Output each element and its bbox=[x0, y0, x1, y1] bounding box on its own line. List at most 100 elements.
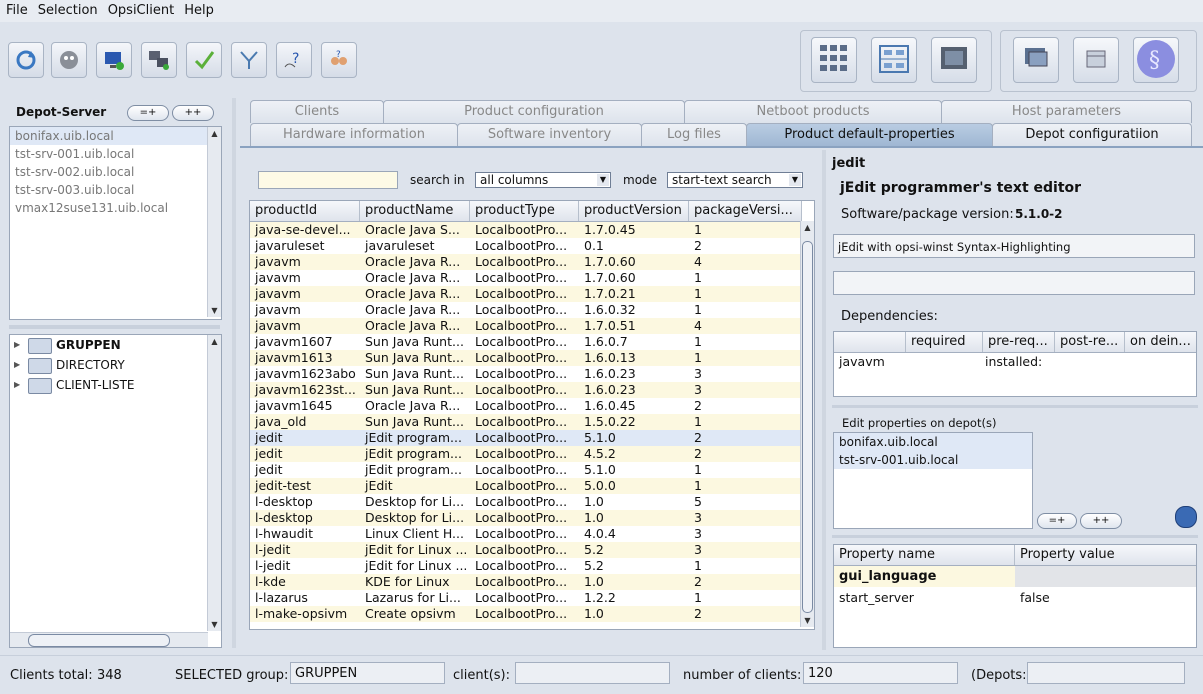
prop-name[interactable]: start_server bbox=[839, 590, 914, 605]
tab-hardware-information[interactable]: Hardware information bbox=[250, 123, 458, 146]
tab-netboot-products[interactable]: Netboot products bbox=[684, 100, 942, 123]
table-row[interactable]: java_old Sun Java Runt... LocalbootPro... 1… bbox=[250, 414, 800, 430]
tab-product-default-properties[interactable]: Product default-properties bbox=[746, 123, 993, 146]
main-splitter[interactable] bbox=[232, 98, 236, 648]
depot-select-all-button[interactable]: ++ bbox=[172, 105, 214, 121]
detail-splitter-h1[interactable] bbox=[832, 405, 1198, 408]
ghost-button[interactable] bbox=[51, 42, 87, 78]
selected-group-field[interactable]: GRUPPEN bbox=[290, 662, 445, 684]
add-client-button[interactable] bbox=[96, 42, 132, 78]
description-field[interactable]: jEdit with opsi-winst Syntax-Highlightin… bbox=[833, 234, 1195, 258]
filter-button[interactable] bbox=[231, 42, 267, 78]
dep-col-name[interactable] bbox=[834, 332, 906, 352]
depot-item[interactable]: vmax12suse131.uib.local bbox=[10, 199, 221, 217]
table-row[interactable]: jedit-test jEdit LocalbootPro... 5.0.0 1 bbox=[250, 478, 800, 494]
table-row[interactable]: javaruleset javaruleset LocalbootPro... 0.1… bbox=[250, 238, 800, 254]
depot-list-scrollbar[interactable]: ▲ ▼ bbox=[207, 127, 221, 317]
tab-depot-configuration[interactable]: Depot configuratiion bbox=[992, 123, 1192, 146]
prop-col-name[interactable]: Property name bbox=[834, 545, 1015, 565]
package-button[interactable] bbox=[1073, 37, 1119, 83]
search-in-select[interactable]: all columns ▼ bbox=[475, 172, 611, 188]
search-input[interactable] bbox=[258, 171, 398, 189]
table-row[interactable]: javavm1607 Sun Java Runt... LocalbootPro..… bbox=[250, 334, 800, 350]
opsi-logo-button[interactable]: § bbox=[1133, 37, 1179, 83]
save-button[interactable] bbox=[186, 42, 222, 78]
table-row[interactable]: l-lazarus Lazarus for Li... LocalbootPro..… bbox=[250, 590, 800, 606]
table-row[interactable]: java-se-devel... Oracle Java S... Localboo… bbox=[250, 222, 800, 238]
prop-row-name-cell[interactable]: gui_language bbox=[834, 566, 1015, 587]
table-row[interactable]: l-hwaudit Linux Client H... LocalbootPro..… bbox=[250, 526, 800, 542]
depot-item[interactable]: tst-srv-001.uib.local bbox=[10, 145, 221, 163]
depots-field[interactable] bbox=[1027, 662, 1185, 684]
prop-col-value[interactable]: Property value bbox=[1015, 545, 1196, 565]
clients-field[interactable] bbox=[515, 662, 670, 684]
tab-software-inventory[interactable]: Software inventory bbox=[457, 123, 642, 146]
table-row[interactable]: javavm Oracle Java R... LocalbootPro... 1.7… bbox=[250, 318, 800, 334]
table-row[interactable]: l-desktop Desktop for Li... LocalbootPro..… bbox=[250, 494, 800, 510]
expand-icon[interactable]: ▶ bbox=[14, 335, 20, 355]
table-row[interactable]: jedit jEdit program... LocalbootPro... 4.5.… bbox=[250, 446, 800, 462]
table-row[interactable]: javavm1623abo Sun Java Runt... LocalbootPr… bbox=[250, 366, 800, 382]
depot-props-list[interactable]: bonifax.uib.local tst-srv-001.uib.local bbox=[833, 432, 1033, 529]
tree-node-client-liste[interactable]: ▶ CLIENT-LISTE bbox=[10, 375, 221, 395]
menu-help[interactable]: Help bbox=[178, 0, 218, 18]
table-row[interactable]: javavm Oracle Java R... LocalbootPro... 1.7… bbox=[250, 286, 800, 302]
depot-props-equal-button[interactable]: =+ bbox=[1037, 513, 1077, 529]
col-productname[interactable]: productName bbox=[360, 201, 470, 221]
tree-node-gruppen[interactable]: ▶ GRUPPEN bbox=[10, 335, 221, 355]
tree-vscrollbar[interactable]: ▲ ▼ bbox=[207, 335, 221, 631]
prop-row-value-cell[interactable] bbox=[1015, 566, 1196, 587]
table-vscrollbar[interactable]: ▲ ▼ bbox=[800, 221, 814, 627]
table-row[interactable]: jedit jEdit program... LocalbootPro... 5.1.… bbox=[250, 462, 800, 478]
menu-opsiclient[interactable]: OpsiClient bbox=[102, 0, 179, 18]
col-producttype[interactable]: productType bbox=[470, 201, 579, 221]
expand-icon[interactable]: ▶ bbox=[14, 375, 20, 395]
left-splitter[interactable] bbox=[9, 325, 220, 329]
tree-hscrollbar[interactable] bbox=[10, 632, 208, 647]
prop-value[interactable]: false bbox=[1020, 590, 1050, 605]
grid-view-button[interactable] bbox=[811, 37, 857, 83]
number-of-clients-field[interactable]: 120 bbox=[803, 662, 958, 684]
col-packageversion[interactable]: packageVersi... bbox=[689, 201, 802, 221]
windows-button[interactable] bbox=[1013, 37, 1059, 83]
tab-host-parameters[interactable]: Host parameters bbox=[941, 100, 1192, 123]
dep-col-ondeinstall[interactable]: on dein... bbox=[1125, 332, 1196, 352]
table-row[interactable]: javavm Oracle Java R... LocalbootPro... 1.7… bbox=[250, 270, 800, 286]
advice-field[interactable] bbox=[833, 271, 1195, 295]
depot-props-all-button[interactable]: ++ bbox=[1080, 513, 1122, 529]
depot-props-item[interactable]: tst-srv-001.uib.local bbox=[834, 451, 1032, 469]
expand-icon[interactable]: ▶ bbox=[14, 355, 20, 375]
depot-props-item[interactable]: bonifax.uib.local bbox=[834, 433, 1032, 451]
mode-select[interactable]: start-text search ▼ bbox=[667, 172, 803, 188]
table-row[interactable]: l-jedit jEdit for Linux ... LocalbootPro..… bbox=[250, 558, 800, 574]
dep-col-required[interactable]: required bbox=[906, 332, 983, 352]
col-productid[interactable]: productId bbox=[250, 201, 360, 221]
detail-splitter-h2[interactable] bbox=[832, 535, 1198, 538]
tab-log-files[interactable]: Log files bbox=[641, 123, 747, 146]
menu-selection[interactable]: Selection bbox=[32, 0, 102, 18]
depot-item[interactable]: tst-srv-002.uib.local bbox=[10, 163, 221, 181]
table-row[interactable]: javavm1645 Oracle Java R... LocalbootPro..… bbox=[250, 398, 800, 414]
table-row[interactable]: javavm Oracle Java R... LocalbootPro... 1.7… bbox=[250, 254, 800, 270]
table-row[interactable]: l-make-opsivm Create opsivm LocalbootPro..… bbox=[250, 606, 800, 622]
table-row[interactable]: javavm1623st... Sun Java Runt... Localboot… bbox=[250, 382, 800, 398]
tree-node-directory[interactable]: ▶ DIRECTORY bbox=[10, 355, 221, 375]
table-row[interactable]: l-jedit jEdit for Linux ... LocalbootPro..… bbox=[250, 542, 800, 558]
reload-button[interactable] bbox=[8, 42, 44, 78]
table-row[interactable]: javavm Oracle Java R... LocalbootPro... 1.6… bbox=[250, 302, 800, 318]
dep-col-postreq[interactable]: post-re... bbox=[1055, 332, 1125, 352]
dep-col-prereq[interactable]: pre-req... bbox=[983, 332, 1055, 352]
table-row[interactable]: jedit jEdit program... LocalbootPro... 5.1.… bbox=[250, 430, 800, 446]
table-row[interactable]: javavm1613 Sun Java Runt... LocalbootPro..… bbox=[250, 350, 800, 366]
wifi-help-button[interactable]: ? bbox=[276, 42, 312, 78]
tab-product-configuration[interactable]: Product configuration bbox=[383, 100, 685, 123]
col-productversion[interactable]: productVersion bbox=[579, 201, 689, 221]
depot-list[interactable]: bonifax.uib.local tst-srv-001.uib.local … bbox=[9, 126, 222, 320]
table-row[interactable]: l-kde KDE for Linux LocalbootPro... 1.0 2 bbox=[250, 574, 800, 590]
people-help-button[interactable]: ? bbox=[321, 42, 357, 78]
screen-button[interactable] bbox=[931, 37, 977, 83]
depot-item[interactable]: bonifax.uib.local bbox=[10, 127, 221, 145]
tab-clients[interactable]: Clients bbox=[250, 100, 384, 123]
detail-splitter[interactable] bbox=[822, 150, 826, 650]
table-row[interactable]: l-desktop Desktop for Li... LocalbootPro..… bbox=[250, 510, 800, 526]
